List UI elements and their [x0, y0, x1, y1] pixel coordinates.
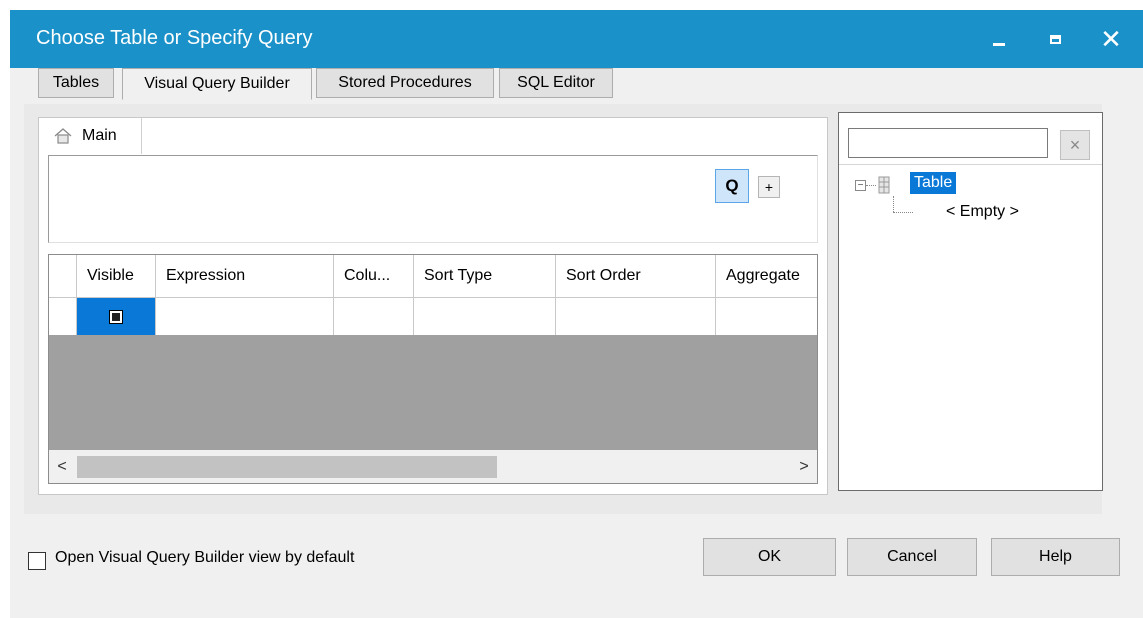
row-selector[interactable] — [49, 297, 77, 335]
sort-type-cell[interactable] — [414, 297, 556, 335]
clear-icon: × — [1069, 134, 1081, 155]
ok-button[interactable]: OK — [703, 538, 836, 576]
visible-cell[interactable] — [77, 297, 156, 335]
row-header-cell — [49, 255, 77, 297]
query-tree-panel — [838, 112, 1103, 491]
tree-node-empty[interactable]: < Empty > — [946, 203, 1019, 221]
aggregate-cell[interactable] — [716, 297, 817, 335]
tab-main[interactable]: Main — [42, 118, 142, 154]
title-bar[interactable]: Choose Table or Specify Query ✕ — [10, 10, 1143, 68]
horizontal-scrollbar[interactable]: < > — [48, 450, 818, 484]
column-header-aggregate[interactable]: Aggregate — [716, 255, 817, 297]
default-view-checkbox[interactable] — [28, 552, 46, 570]
column-header-expression[interactable]: Expression — [156, 255, 334, 297]
query-properties-button[interactable]: Q — [715, 169, 749, 203]
maximize-button[interactable] — [1030, 10, 1080, 68]
close-icon: ✕ — [1100, 23, 1122, 54]
clear-search-button[interactable]: × — [1060, 130, 1090, 160]
column-cell[interactable] — [334, 297, 414, 335]
tree-divider — [839, 164, 1102, 165]
help-button[interactable]: Help — [991, 538, 1120, 576]
close-button[interactable]: ✕ — [1086, 10, 1136, 68]
diagram-area[interactable] — [48, 155, 818, 243]
tab-visual-query-builder[interactable]: Visual Query Builder — [122, 68, 312, 100]
minimize-icon — [993, 42, 1005, 46]
maximize-icon — [1049, 34, 1061, 44]
tree-node-table[interactable]: Table — [910, 172, 957, 194]
expression-cell[interactable] — [156, 297, 334, 335]
cancel-button[interactable]: Cancel — [847, 538, 977, 576]
table-icon — [878, 176, 890, 194]
tab-stored-procedures[interactable]: Stored Procedures — [316, 68, 494, 98]
tab-sql-editor[interactable]: SQL Editor — [499, 68, 613, 98]
house-icon — [54, 128, 72, 144]
tree-connector — [893, 196, 895, 212]
tree-search-input[interactable] — [848, 128, 1048, 158]
tree-connector — [893, 212, 913, 214]
window-title: Choose Table or Specify Query — [36, 27, 313, 49]
scroll-left-icon[interactable]: < — [49, 450, 75, 483]
table-row — [49, 297, 817, 335]
tab-tables[interactable]: Tables — [38, 68, 114, 98]
tab-main-label: Main — [82, 127, 117, 144]
add-subquery-button[interactable]: + — [758, 176, 780, 198]
grid-header: Visible Expression Colu... Sort Type Sor… — [49, 255, 817, 298]
scrollbar-thumb[interactable] — [77, 456, 497, 478]
column-header-sort-type[interactable]: Sort Type — [414, 255, 556, 297]
visible-checkbox[interactable] — [109, 309, 123, 324]
scroll-right-icon[interactable]: > — [791, 450, 817, 483]
column-header-visible[interactable]: Visible — [77, 255, 156, 297]
collapse-icon[interactable]: − — [855, 180, 866, 191]
sort-order-cell[interactable] — [556, 297, 716, 335]
column-header-column[interactable]: Colu... — [334, 255, 414, 297]
minimize-button[interactable] — [974, 10, 1024, 68]
column-header-sort-order[interactable]: Sort Order — [556, 255, 716, 297]
tree-connector — [866, 185, 876, 187]
default-view-label[interactable]: Open Visual Query Builder view by defaul… — [55, 549, 354, 567]
